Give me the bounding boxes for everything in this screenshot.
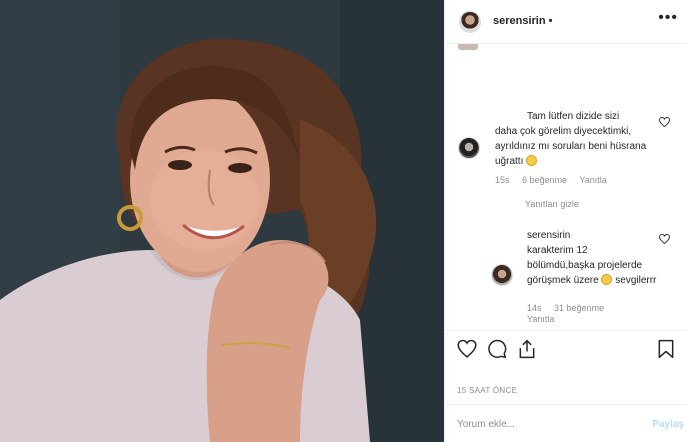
like-comment-heart-icon[interactable]	[659, 117, 670, 127]
author-username-text[interactable]: serensirin	[493, 15, 546, 27]
comment-icon[interactable]	[487, 339, 507, 359]
post-details-panel: serensirin • ••• Tam lütfen dizide sizi …	[444, 0, 687, 442]
bookmark-icon[interactable]	[656, 339, 676, 359]
add-comment-bar: Paylaş	[445, 404, 687, 442]
author-avatar[interactable]	[459, 11, 481, 33]
hide-replies-button[interactable]: Yanıtları gizle	[525, 199, 579, 209]
comments-list[interactable]: Tam lütfen dizide sizi daha çok görelim …	[445, 44, 687, 330]
like-reply-heart-icon[interactable]	[659, 234, 670, 244]
reply-username[interactable]: serensirin	[527, 230, 570, 241]
reply-author-avatar[interactable]	[491, 264, 513, 286]
reply-time[interactable]: 14s	[527, 303, 542, 313]
comment-meta: 15s 6 beğenme Yanıtla	[495, 175, 617, 185]
clipped-avatar	[458, 44, 478, 50]
more-icon[interactable]: •••	[658, 10, 678, 26]
comment-time[interactable]: 15s	[495, 175, 510, 185]
post-header: serensirin • •••	[445, 0, 687, 44]
comment-text-line: Tam lütfen dizide sizi	[527, 111, 620, 122]
share-icon[interactable]	[517, 339, 537, 359]
post-photo[interactable]	[0, 0, 444, 442]
comment-input[interactable]	[457, 415, 637, 433]
action-bar	[445, 330, 687, 370]
heart-icon[interactable]	[457, 339, 477, 359]
post-timestamp[interactable]: 15 SAAT ÖNCE	[457, 386, 517, 395]
author-username[interactable]: serensirin •	[493, 15, 553, 27]
comment-text: Tam lütfen dizide sizi daha çok görelim …	[495, 109, 665, 169]
reply-body-end: sevgilerrr	[615, 275, 657, 286]
emoji-icon	[526, 155, 538, 166]
comment-text-rest: daha çok görelim diyecektimki, ayrıldını…	[495, 126, 647, 167]
separator-dot: •	[548, 15, 553, 27]
reply-meta: 14s 31 beğenme	[527, 303, 614, 313]
emoji-icon	[601, 274, 613, 285]
reply-reply-button[interactable]: Yanıtla	[527, 314, 554, 324]
reply-button[interactable]: Yanıtla	[579, 175, 606, 185]
commenter-avatar[interactable]	[458, 137, 480, 159]
comment-likes[interactable]: 6 beğenme	[522, 175, 567, 185]
post-comment-button[interactable]: Paylaş	[652, 419, 684, 430]
reply-likes[interactable]: 31 beğenme	[554, 303, 604, 313]
portrait-image	[0, 0, 444, 442]
reply-text: serensirin karakterim 12 bölümdü,başka p…	[527, 228, 657, 288]
